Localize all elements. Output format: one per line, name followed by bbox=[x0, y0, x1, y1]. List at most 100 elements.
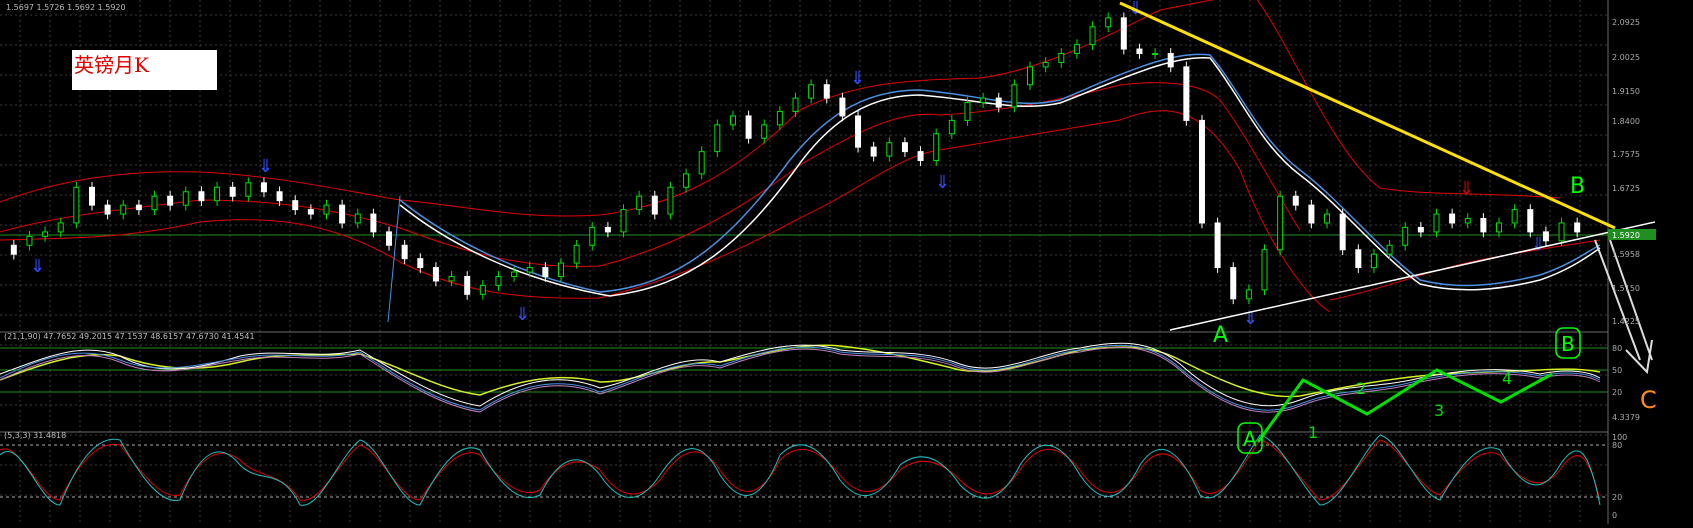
candle-body bbox=[1167, 53, 1174, 68]
candle-body bbox=[214, 186, 221, 202]
candle-body bbox=[151, 195, 158, 211]
candle-body bbox=[1308, 204, 1315, 224]
wave-label-4: 4 bbox=[1502, 369, 1512, 388]
candle-body bbox=[636, 195, 643, 211]
candle-body bbox=[1417, 226, 1424, 233]
candle-body bbox=[745, 115, 752, 139]
candle-body bbox=[10, 244, 17, 255]
chart-canvas[interactable]: ⇓ ⇓ ⇓ ⇓ ⇓ ⇓ ⇓ ⇓ ⇓ A bbox=[0, 0, 1693, 524]
axis-label: 1.4225 bbox=[1612, 317, 1640, 326]
candle-body bbox=[1558, 222, 1565, 242]
price-axis: 2.0925 2.0025 1.9150 1.8400 1.7575 1.672… bbox=[1608, 18, 1656, 520]
fractal-arrow: ⇓ bbox=[30, 256, 45, 277]
candle-body bbox=[1511, 209, 1518, 224]
candle-body bbox=[135, 204, 142, 211]
candle-body bbox=[245, 182, 252, 197]
axis-label: 2.0925 bbox=[1612, 18, 1640, 27]
candle-body bbox=[104, 204, 111, 215]
ind1-axis-label: 4.3379 bbox=[1612, 413, 1640, 422]
ma-blue bbox=[399, 53, 1601, 293]
candle-body bbox=[667, 186, 674, 215]
candlesticks bbox=[10, 12, 1581, 305]
candle-body bbox=[855, 115, 862, 148]
candle-body bbox=[1152, 53, 1159, 56]
candle-body bbox=[1480, 218, 1487, 233]
candle-body bbox=[307, 209, 314, 215]
candle-body bbox=[1183, 66, 1190, 121]
candle-body bbox=[917, 151, 924, 162]
candle-body bbox=[479, 284, 486, 295]
candle-body bbox=[354, 213, 361, 224]
candle-body bbox=[1089, 26, 1096, 46]
candle-body bbox=[714, 124, 721, 153]
candle-body bbox=[901, 142, 908, 153]
candle-body bbox=[339, 204, 346, 224]
candle-body bbox=[182, 191, 189, 206]
fractal-arrow: ⇓ bbox=[935, 172, 950, 193]
fractal-arrow: ⇓ bbox=[850, 68, 865, 89]
candle-body bbox=[1339, 213, 1346, 251]
moving-averages bbox=[387, 53, 1601, 323]
candle-body bbox=[386, 231, 393, 246]
candle-body bbox=[980, 97, 987, 104]
candle-body bbox=[1105, 17, 1112, 28]
ohlc-readout: 1.5697 1.5726 1.5692 1.5920 bbox=[6, 3, 126, 12]
candle-body bbox=[573, 244, 580, 264]
candle-body bbox=[526, 267, 533, 273]
bollinger-upper bbox=[0, 0, 1215, 217]
candle-body bbox=[1496, 222, 1503, 233]
candle-body bbox=[1230, 267, 1237, 300]
ind2-axis-label: 0 bbox=[1612, 511, 1617, 520]
candle-body bbox=[1245, 289, 1252, 300]
ind1-axis-label: 80 bbox=[1612, 344, 1622, 353]
candle-body bbox=[57, 222, 64, 233]
white-support-line bbox=[1169, 221, 1656, 331]
candle-body bbox=[26, 235, 33, 246]
horizontal-levels bbox=[0, 234, 1608, 498]
candle-body bbox=[260, 182, 267, 193]
candle-body bbox=[432, 267, 439, 282]
candle-body bbox=[1058, 53, 1065, 63]
label-a-main: A bbox=[1213, 323, 1228, 348]
candle-body bbox=[948, 119, 955, 135]
candle-body bbox=[167, 195, 174, 206]
candle-body bbox=[229, 186, 236, 197]
candle-body bbox=[88, 186, 95, 206]
candle-body bbox=[542, 267, 549, 277]
fractal-arrow: ⇓ bbox=[258, 156, 273, 177]
candle-body bbox=[729, 115, 736, 126]
current-price-label: 1.5920 bbox=[1612, 231, 1640, 240]
candle-body bbox=[448, 275, 455, 282]
ind1-axis-label: 50 bbox=[1612, 366, 1622, 375]
candle-body bbox=[651, 195, 658, 215]
candle-body bbox=[1464, 218, 1471, 224]
candle-body bbox=[1277, 195, 1284, 251]
candle-body bbox=[933, 133, 940, 162]
candle-body bbox=[120, 204, 127, 215]
axis-label: 2.0025 bbox=[1612, 53, 1640, 62]
axis-label: 1.5958 bbox=[1612, 250, 1640, 259]
candle-body bbox=[761, 124, 768, 139]
candle-body bbox=[1120, 17, 1127, 50]
axis-label: 1.9150 bbox=[1612, 87, 1640, 96]
fractal-arrow: ⇓ bbox=[1459, 178, 1474, 199]
candle-body bbox=[1449, 213, 1456, 224]
candle-body bbox=[1198, 119, 1205, 224]
candle-body bbox=[1402, 226, 1409, 246]
candle-body bbox=[1574, 222, 1581, 233]
candle-body bbox=[1027, 66, 1034, 86]
label-b-main: B bbox=[1570, 174, 1585, 199]
candle-body bbox=[1073, 44, 1080, 55]
candle-body bbox=[698, 151, 705, 175]
candle-body bbox=[620, 209, 627, 233]
ma-white bbox=[399, 57, 1601, 297]
candle-body bbox=[823, 84, 830, 99]
candle-body bbox=[198, 191, 205, 202]
candle-body bbox=[1042, 61, 1049, 68]
candle-body bbox=[1214, 222, 1221, 269]
chart-window: ⇓ ⇓ ⇓ ⇓ ⇓ ⇓ ⇓ ⇓ ⇓ A bbox=[0, 0, 1693, 524]
candle-body bbox=[1324, 213, 1331, 224]
candle-body bbox=[792, 97, 799, 112]
candle-body bbox=[776, 110, 783, 126]
axis-label: 1.7575 bbox=[1612, 150, 1640, 159]
